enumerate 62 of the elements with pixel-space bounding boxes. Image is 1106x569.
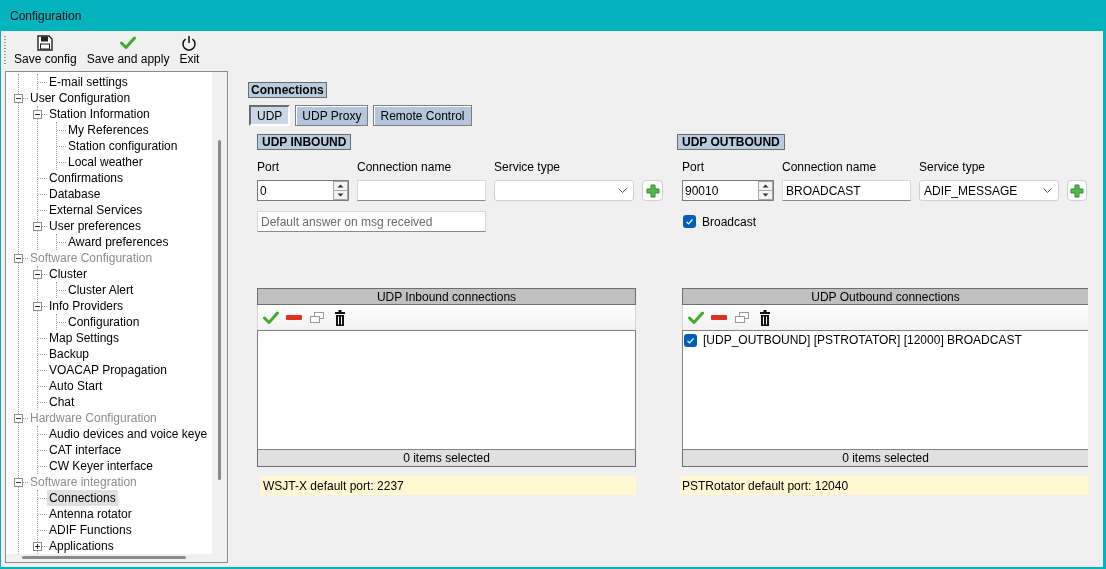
exit-button[interactable]: Exit: [179, 35, 200, 66]
tree-item[interactable]: External Services: [47, 202, 145, 218]
list-header: UDP Outbound connections: [682, 288, 1088, 305]
plus-icon: [645, 183, 660, 198]
tree-item[interactable]: My References: [66, 122, 151, 138]
scrollbar-thumb[interactable]: [218, 140, 221, 480]
tab[interactable]: UDP: [249, 105, 291, 126]
tab[interactable]: Remote Control: [373, 105, 472, 126]
section-title: UDP INBOUND: [257, 134, 352, 150]
power-icon: [181, 35, 198, 51]
connection-name-field[interactable]: [357, 180, 486, 201]
tree-item[interactable]: Local weather: [66, 154, 145, 170]
tree-item[interactable]: Award preferences: [66, 234, 171, 250]
save-config-button[interactable]: Save config: [14, 35, 77, 66]
tree-item[interactable]: Station configuration: [66, 138, 180, 154]
field-label: Port: [257, 160, 279, 174]
list-status-bar: 0 items selected: [257, 450, 636, 467]
checkbox[interactable]: [683, 215, 696, 228]
tree-item[interactable]: E-mail settings: [47, 74, 130, 90]
collapse-icon[interactable]: [33, 221, 42, 231]
service-type-dropdown[interactable]: ADIF_MESSAGE: [919, 180, 1059, 201]
section-header: Connections: [248, 82, 327, 98]
field-label: Service type: [494, 160, 561, 174]
trash-icon[interactable]: [760, 309, 770, 326]
spinner-arrows-icon[interactable]: [333, 180, 349, 201]
windows-icon[interactable]: [735, 312, 749, 323]
default-answer-field[interactable]: Default answer on msg received: [257, 211, 486, 232]
plus-icon: [1070, 183, 1084, 198]
add-button[interactable]: [642, 180, 663, 201]
save-and-apply-button[interactable]: Save and apply: [86, 35, 170, 66]
field-label: Connection name: [782, 160, 877, 174]
section-title: UDP OUTBOUND: [677, 134, 785, 150]
window-title: Configuration: [10, 7, 82, 25]
collapse-icon[interactable]: [14, 93, 23, 103]
hint-note: WSJT-X default port: 2237: [260, 476, 636, 495]
collapse-icon[interactable]: [33, 109, 42, 119]
field-label: Port: [682, 160, 704, 174]
list-header: UDP Inbound connections: [257, 288, 636, 305]
checkmark-icon[interactable]: [263, 311, 279, 324]
connection-name-field[interactable]: BROADCAST: [782, 180, 911, 201]
tab[interactable]: UDP Proxy: [295, 105, 369, 126]
caret-icon: [1043, 188, 1052, 193]
checkmark-icon: [120, 35, 137, 51]
spinner-arrows-icon[interactable]: [758, 180, 774, 201]
checkmark-icon[interactable]: [688, 311, 704, 324]
tree-item[interactable]: User Configuration: [28, 90, 133, 106]
tree-item[interactable]: Confirmations: [47, 170, 126, 186]
tree-item[interactable]: Station Information: [47, 106, 152, 122]
checkbox-label: Broadcast: [702, 213, 757, 231]
hint-note: PSTRotator default port: 12040: [680, 476, 1088, 495]
checkbox[interactable]: [684, 333, 697, 347]
field-label: Connection name: [357, 160, 452, 174]
windows-icon[interactable]: [310, 312, 324, 323]
tree-item[interactable]: User preferences: [47, 218, 144, 234]
connection-entry[interactable]: [UDP_OUTBOUND] [PSTROTATOR] [12000] BROADCAST: [701, 331, 1024, 349]
caret-icon: [618, 188, 627, 193]
list-status-bar: 0 items selected: [682, 450, 1088, 467]
field-label: Service type: [919, 160, 986, 174]
scrollbar-thumb[interactable]: [22, 556, 186, 559]
trash-icon[interactable]: [335, 309, 345, 326]
add-button[interactable]: [1067, 180, 1087, 201]
tree-item[interactable]: Database: [47, 186, 103, 202]
